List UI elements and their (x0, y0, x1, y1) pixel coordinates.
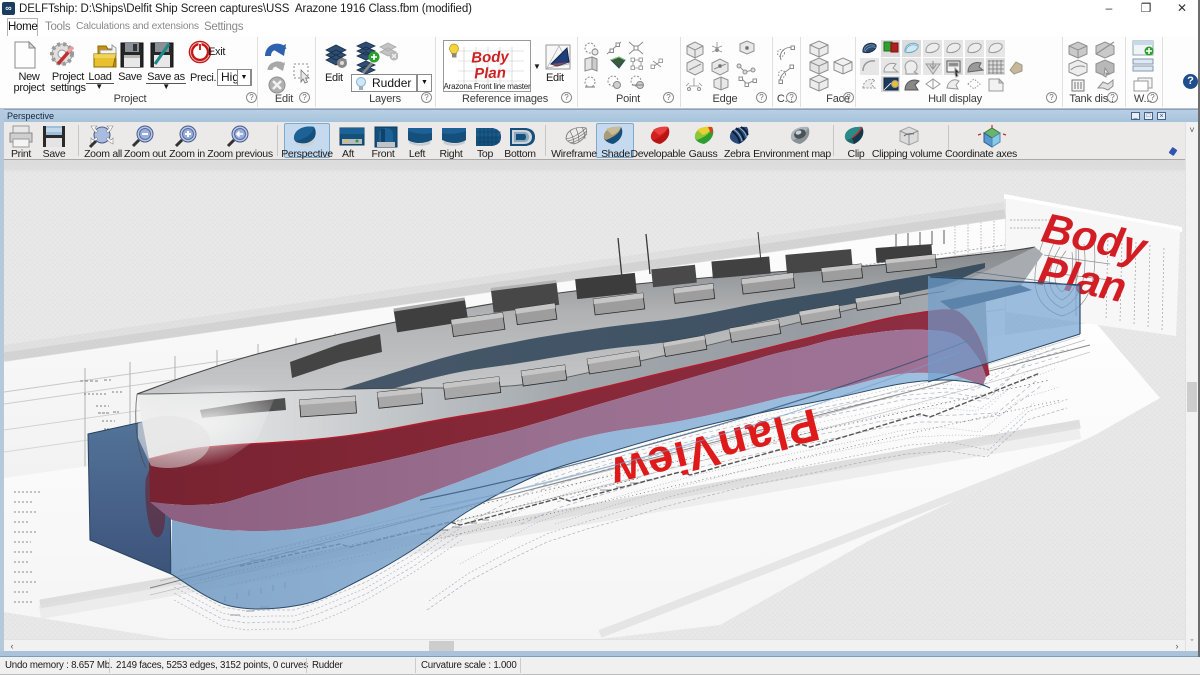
svg-text:Plan: Plan (474, 64, 506, 82)
